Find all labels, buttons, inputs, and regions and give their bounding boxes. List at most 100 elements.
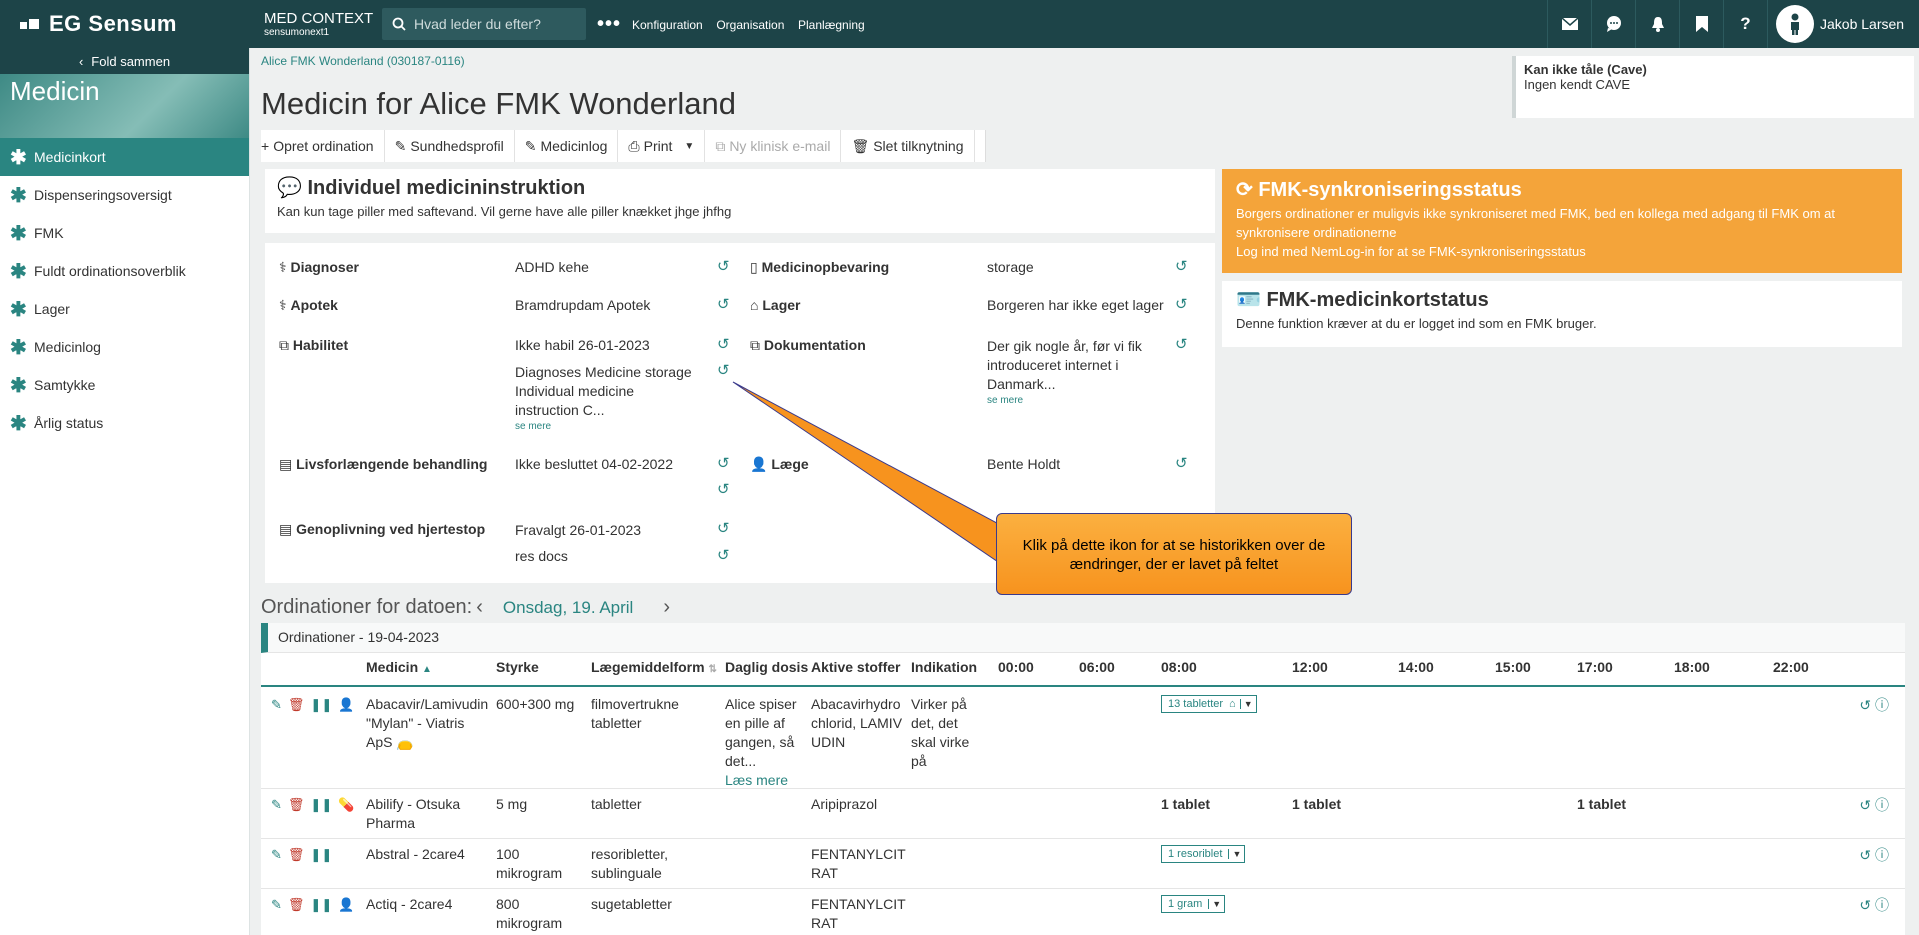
cell-indikation: Virker på det, det skal virke på <box>911 696 970 769</box>
medicine-log-button[interactable]: ✎ Medicinlog <box>525 130 619 162</box>
chat-icon[interactable] <box>1591 0 1635 48</box>
info-icon[interactable]: ⓘ <box>1875 847 1889 863</box>
history-icon[interactable]: ↺ <box>1175 257 1188 275</box>
dose-pill[interactable]: 1 resoriblet ▼ <box>1161 845 1246 863</box>
history-icon[interactable]: ↺ <box>717 546 730 564</box>
health-profile-button[interactable]: ✎ Sundhedsprofil <box>395 130 515 162</box>
col-time: 22:00 <box>1773 659 1809 675</box>
sidebar-item-medicinlog[interactable]: ✱ Medicinlog <box>0 328 249 366</box>
cell-dose-1200: 1 tablet <box>1292 796 1342 812</box>
history-icon[interactable]: ↺ <box>1859 847 1871 863</box>
sidebar-item-fmk[interactable]: ✱ FMK <box>0 214 249 252</box>
history-icon-highlighted[interactable]: ↺ <box>717 361 730 379</box>
table-row[interactable]: ✎ 🗑 ❚❚ 👤 Actiq - 2care4 800 mikrogram suget… <box>261 889 1905 935</box>
sidebar-item-label: FMK <box>34 225 64 241</box>
table-row[interactable]: ✎ 🗑 ❚❚ 👤 Abacavir/Lamivudin "Mylan" - Viatr… <box>261 687 1905 789</box>
sidebar-item-lager[interactable]: ✱ Lager <box>0 290 249 328</box>
nav-organisation[interactable]: Organisation <box>716 18 784 32</box>
brand-logo[interactable]: EG Sensum <box>0 0 250 48</box>
pause-icon[interactable]: ❚❚ <box>310 847 332 863</box>
delete-association-button[interactable]: 🗑 Slet tilknytning <box>851 130 975 162</box>
delete-icon[interactable]: 🗑 <box>288 797 305 813</box>
sidebar-item-dispensering[interactable]: ✱ Dispenseringsoversigt <box>0 176 249 214</box>
bookmark-icon[interactable] <box>1679 0 1723 48</box>
info-icon[interactable]: ⓘ <box>1875 897 1889 913</box>
asterisk-icon: ✱ <box>10 222 27 245</box>
history-icon[interactable]: ↺ <box>1859 697 1871 713</box>
caret-down-icon[interactable]: ▼ <box>684 141 694 152</box>
see-more-link[interactable]: se mere <box>515 421 551 432</box>
col-label: Medicin <box>366 659 419 675</box>
edit-icon[interactable]: ✎ <box>271 797 282 813</box>
col-medicin[interactable]: Medicin ▲ <box>366 659 432 675</box>
context-switcher[interactable]: MED CONTEXT sensumonext1 <box>250 10 376 39</box>
nav-planlaegning[interactable]: Planlægning <box>798 18 865 32</box>
chevron-left-icon[interactable]: ‹ <box>476 596 483 619</box>
dose-pill[interactable]: 13 tabletter ⌂ ▼ <box>1161 695 1257 713</box>
edit-icon[interactable]: ✎ <box>271 897 282 913</box>
pause-icon[interactable]: ❚❚ <box>310 697 332 713</box>
history-icon[interactable]: ↺ <box>1175 454 1188 472</box>
see-more-link[interactable]: se mere <box>987 395 1023 406</box>
sidebar-item-label: Lager <box>34 301 70 317</box>
dropdown-icon[interactable]: ▼ <box>1239 699 1256 709</box>
delete-icon[interactable]: 🗑 <box>288 697 305 713</box>
user-menu[interactable]: Jakob Larsen <box>1767 0 1919 48</box>
history-icon[interactable]: ↺ <box>1859 797 1871 813</box>
history-icon[interactable]: ↺ <box>1175 335 1188 353</box>
history-icon[interactable]: ↺ <box>717 454 730 472</box>
table-row[interactable]: ✎ 🗑 ❚❚ Abstral - 2care4 100 mikrogram reso… <box>261 839 1905 889</box>
search-input[interactable]: Hvad leder du efter? <box>382 8 586 40</box>
pause-icon[interactable]: ❚❚ <box>310 797 332 813</box>
more-menu-icon[interactable]: ••• <box>586 13 632 36</box>
orders-date[interactable]: Onsdag, 19. April <box>503 598 633 618</box>
nav-konfiguration[interactable]: Konfiguration <box>632 18 703 32</box>
history-icon[interactable]: ↺ <box>717 335 730 353</box>
sidebar-item-samtykke[interactable]: ✱ Samtykke <box>0 366 249 404</box>
chevron-right-icon[interactable]: › <box>663 596 670 619</box>
create-order-button[interactable]: + Opret ordination <box>261 130 385 162</box>
history-icon[interactable]: ↺ <box>717 295 730 313</box>
dropdown-icon[interactable]: ▼ <box>1208 899 1224 909</box>
pills-icon[interactable]: 💊 <box>338 797 354 813</box>
info-icon[interactable]: ⓘ <box>1875 797 1889 813</box>
sync-icon: ⟳ <box>1236 179 1253 201</box>
sidebar-item-overblik[interactable]: ✱ Fuldt ordinationsoverblik <box>0 252 249 290</box>
edit-icon[interactable]: ✎ <box>271 847 282 863</box>
clinical-email-button[interactable]: ⧉ Ny klinisk e-mail <box>715 130 842 162</box>
sidebar-item-arlig-status[interactable]: ✱ Årlig status <box>0 404 249 442</box>
breadcrumb[interactable]: Alice FMK Wonderland (030187-0116) <box>261 54 465 68</box>
help-icon[interactable]: ? <box>1723 0 1767 48</box>
instruction-card: 💬 Individuel medicininstruktion Kan kun … <box>265 169 1215 233</box>
history-icon[interactable]: ↺ <box>717 519 730 537</box>
sidebar-item-label: Samtykke <box>34 377 96 393</box>
col-form[interactable]: Lægemiddelform ⇅ <box>591 659 717 675</box>
read-more-link[interactable]: Læs mere <box>725 771 788 790</box>
edit-icon[interactable]: ✎ <box>271 697 282 713</box>
history-icon[interactable]: ↺ <box>1175 295 1188 313</box>
sidebar-item-label: Fuldt ordinationsoverblik <box>34 263 186 279</box>
orders-date-header: Ordinationer for datoen: ‹ Onsdag, 19. A… <box>261 596 670 619</box>
asterisk-icon: ✱ <box>10 412 27 435</box>
dose-pill[interactable]: 1 gram ▼ <box>1161 895 1226 913</box>
mail-icon[interactable] <box>1547 0 1591 48</box>
fold-button[interactable]: ‹ Fold sammen <box>0 48 249 74</box>
pharmacy-icon: ⚕ <box>279 297 287 313</box>
doctor-value: Bente Holdt <box>987 456 1061 472</box>
pause-icon[interactable]: ❚❚ <box>310 897 332 913</box>
home-icon: ⌂ <box>1229 698 1236 710</box>
delete-icon[interactable]: 🗑 <box>288 847 305 863</box>
dropdown-icon[interactable]: ▼ <box>1228 849 1244 859</box>
table-row[interactable]: ✎ 🗑 ❚❚ 💊 Abilify - Otsuka Pharma 5 mg table… <box>261 789 1905 839</box>
history-icon[interactable]: ↺ <box>717 257 730 275</box>
history-icon[interactable]: ↺ <box>717 480 730 498</box>
info-icon[interactable]: ⓘ <box>1875 697 1889 713</box>
sidebar-item-medicinkort[interactable]: ✱ Medicinkort <box>0 138 249 176</box>
life-prolonging-value: Ikke besluttet 04-02-2022 <box>515 456 673 472</box>
person-icon[interactable]: 👤 <box>338 697 354 713</box>
delete-icon[interactable]: 🗑 <box>288 897 305 913</box>
history-icon[interactable]: ↺ <box>1859 897 1871 913</box>
person-icon[interactable]: 👤 <box>338 897 354 913</box>
print-button[interactable]: ⎙ Print ▼ <box>628 130 706 162</box>
bell-icon[interactable] <box>1635 0 1679 48</box>
